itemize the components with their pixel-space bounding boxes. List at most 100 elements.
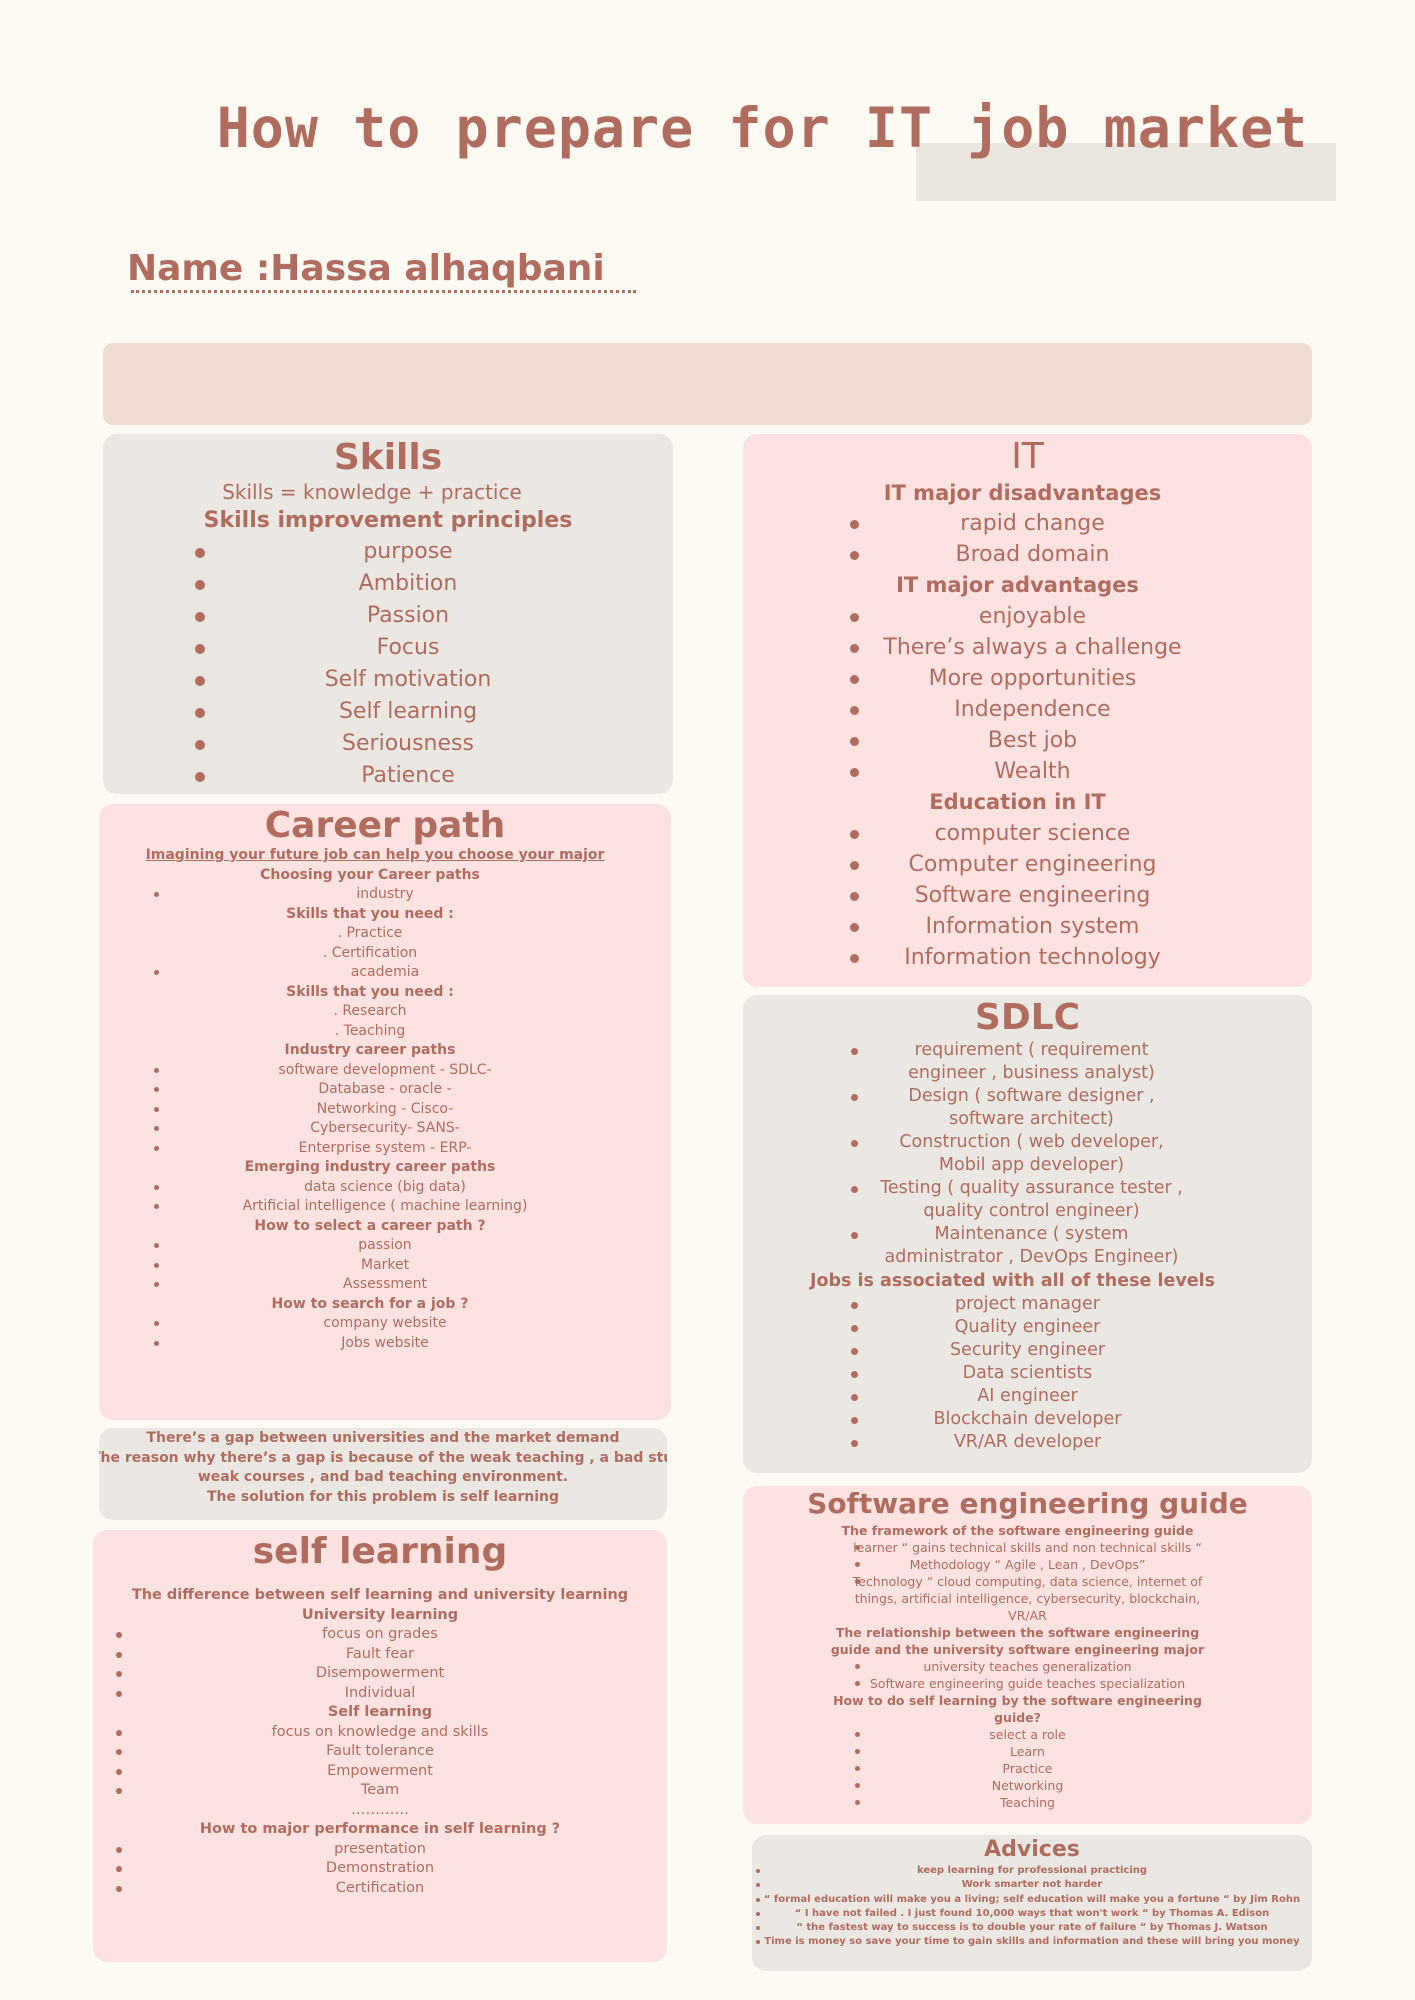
list-item: Networking - Cisco- [99, 1100, 671, 1120]
list-item: Practice [743, 1760, 1312, 1777]
career-industry-heading: Industry career paths [284, 1042, 456, 1058]
list-item: Software engineering [743, 880, 1312, 911]
it-disadvantages-heading: IT major disadvantages [883, 481, 1162, 505]
career-skills-heading: Skills that you need : [286, 905, 454, 922]
list-item: passion [99, 1236, 671, 1256]
gap-panel: There’s a gap between universities and t… [99, 1428, 667, 1520]
list-item: Self motivation [103, 664, 673, 696]
list-item: Computer engineering [743, 849, 1312, 880]
list-item: data science (big data) [99, 1178, 671, 1198]
name-underline [131, 290, 636, 293]
list-item: Self learning [103, 696, 673, 728]
career-search-heading: How to search for a job ? [271, 1295, 469, 1312]
list-item: More opportunities [743, 663, 1312, 694]
career-practice: . Practice [337, 925, 403, 941]
list-item: Demonstration [93, 1859, 667, 1879]
skills-list: purpose Ambition Passion Focus Self moti… [103, 536, 673, 792]
list-item: Methodology “ Agile , Lean , DevOps” [743, 1556, 1312, 1573]
list-item: Learn [743, 1743, 1312, 1760]
list-item: Fault tolerance [93, 1742, 667, 1762]
career-certification: . Certification [322, 944, 418, 961]
relationship-heading: The relationship between the software en… [835, 1625, 1200, 1640]
skills-title: Skills [333, 437, 443, 478]
list-item: AI engineer [743, 1385, 1312, 1408]
self-learning-difference: The difference between self learning and… [131, 1587, 629, 1603]
career-industry-paths: software development - SDLC- Database - … [99, 1061, 671, 1159]
career-panel: Career path Imagining your future job ca… [99, 804, 671, 1420]
how-heading: guide? [994, 1710, 1041, 1725]
list-item: select a role [743, 1726, 1312, 1743]
sdlc-title: SDLC [974, 997, 1081, 1038]
seguide-title: Software engineering guide [807, 1487, 1248, 1520]
list-item: Empowerment [93, 1762, 667, 1782]
gap-line: The solution for this problem is self le… [206, 1488, 560, 1505]
list-item: Broad domain [743, 539, 1312, 570]
how-list: select a role Learn Practice Networking … [743, 1726, 1312, 1811]
author-name: Name :Hassa alhaqbani [127, 248, 605, 289]
list-item: Seriousness [103, 728, 673, 760]
list-item: Quality engineer [743, 1316, 1312, 1339]
list-item: Testing ( quality assurance tester , qua… [743, 1177, 1312, 1223]
list-item: Disempowerment [93, 1664, 667, 1684]
self-learning-title: self learning [252, 1531, 508, 1572]
list-item: Fault fear [93, 1645, 667, 1665]
how-heading: How to do self learning by the software … [833, 1693, 1202, 1708]
sdlc-panel: SDLC requirement ( requirement engineer … [743, 995, 1312, 1473]
list-item: company website [99, 1314, 671, 1334]
list-item: Networking [743, 1777, 1312, 1794]
self-list: focus on knowledge and skills Fault tole… [93, 1723, 667, 1801]
page-title: How to prepare for IT job market [216, 96, 1309, 160]
framework-heading: The framework of the software engineerin… [841, 1523, 1194, 1538]
career-select-list: passion Market Assessment [99, 1236, 671, 1295]
list-item: Patience [103, 760, 673, 792]
list-item: software development - SDLC- [99, 1061, 671, 1081]
gap-line: There’s a gap between universities and t… [146, 1430, 620, 1446]
list-item: Best job [743, 725, 1312, 756]
relationship-list: university teaches generalization Softwa… [743, 1658, 1312, 1692]
gap-line: weak courses , and bad teaching environm… [197, 1469, 569, 1485]
list-item: enjoyable [743, 601, 1312, 632]
list-item: Independence [743, 694, 1312, 725]
list-item: Information technology [743, 942, 1312, 973]
list-item: Design ( software designer , software ar… [743, 1085, 1312, 1131]
it-panel: IT IT major disadvantages rapid change B… [743, 434, 1312, 987]
self-heading: Self learning [327, 1704, 433, 1720]
list-item: purpose [103, 536, 673, 568]
list-item: learner “ gains technical skills and non… [743, 1539, 1312, 1556]
list-item: Ambition [103, 568, 673, 600]
list-item: Time is money so save your time to gain … [752, 1935, 1312, 1949]
list-item: VR/AR developer [743, 1431, 1312, 1454]
advices-panel: Advices keep learning for professional p… [752, 1835, 1312, 1971]
it-education-heading: Education in IT [929, 790, 1106, 814]
list-item: “ formal education will make you a livin… [752, 1893, 1312, 1907]
list-item: Maintenance ( system administrator , Dev… [743, 1223, 1312, 1269]
sdlc-jobs-heading: Jobs is associated with all of these lev… [809, 1271, 1216, 1291]
list-item: computer science [743, 818, 1312, 849]
sdlc-jobs: project manager Quality engineer Securit… [743, 1293, 1312, 1454]
seguide-panel: Software engineering guide The framework… [743, 1486, 1312, 1824]
advices-list: keep learning for professional practicin… [752, 1864, 1312, 1950]
list-item: focus on grades [93, 1625, 667, 1645]
relationship-heading: guide and the university software engine… [830, 1642, 1205, 1657]
list-item: academia [99, 963, 671, 983]
list-item: Enterprise system - ERP- [99, 1139, 671, 1159]
list-item: Team [93, 1781, 667, 1801]
list-item: Database - oracle - [99, 1080, 671, 1100]
dots: ………… [351, 1801, 409, 1818]
list-item: Teaching [743, 1794, 1312, 1811]
it-disadvantages-list: rapid change Broad domain [743, 508, 1312, 570]
list-item: project manager [743, 1293, 1312, 1316]
career-skills-heading: Skills that you need : [286, 983, 454, 1000]
list-item: Construction ( web developer, Mobil app … [743, 1131, 1312, 1177]
list-item: presentation [93, 1840, 667, 1860]
list-item: Software engineering guide teaches speci… [743, 1675, 1312, 1692]
career-research: . Research [333, 1003, 407, 1019]
university-list: focus on grades Fault fear Disempowermen… [93, 1625, 667, 1703]
list-item: “ the fastest way to success is to doubl… [752, 1921, 1312, 1935]
advices-title: Advices [984, 1837, 1080, 1862]
list-item: Market [99, 1256, 671, 1276]
list-item: Certification [93, 1879, 667, 1899]
it-advantages-heading: IT major advantages [896, 573, 1139, 597]
university-heading: University learning [301, 1606, 459, 1623]
framework-list: learner “ gains technical skills and non… [743, 1539, 1312, 1624]
